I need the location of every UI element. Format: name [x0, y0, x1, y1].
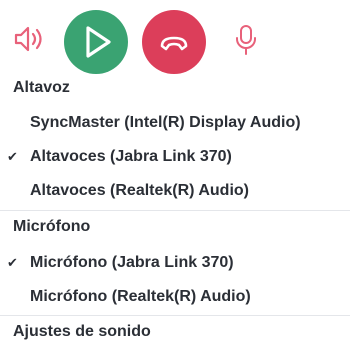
speaker-section-title: Altavoz	[13, 79, 70, 96]
speaker-option-realtek[interactable]: Altavoces (Realtek(R) Audio)	[0, 174, 350, 208]
play-icon	[86, 26, 111, 58]
checkmark-icon: ✔	[7, 149, 18, 164]
call-toolbar	[0, 0, 350, 74]
option-label: Micrófono (Jabra Link 370)	[30, 254, 234, 271]
mic-option-realtek[interactable]: Micrófono (Realtek(R) Audio)	[0, 280, 350, 314]
option-label: Micrófono (Realtek(R) Audio)	[30, 288, 251, 305]
option-label: Altavoces (Jabra Link 370)	[30, 148, 232, 165]
checkmark-icon: ✔	[7, 255, 18, 270]
section-divider	[0, 315, 350, 316]
speaker-volume-icon[interactable]	[12, 24, 46, 54]
hang-up-button[interactable]	[142, 10, 206, 74]
hang-up-icon	[160, 36, 188, 51]
mic-option-jabra[interactable]: ✔ Micrófono (Jabra Link 370)	[0, 246, 350, 280]
microphone-icon[interactable]	[234, 24, 258, 56]
option-label: SyncMaster (Intel(R) Display Audio)	[30, 114, 301, 131]
section-divider	[0, 210, 350, 211]
option-label: Altavoces (Realtek(R) Audio)	[30, 182, 249, 199]
play-button[interactable]	[64, 10, 128, 74]
speaker-option-syncmaster[interactable]: SyncMaster (Intel(R) Display Audio)	[0, 106, 350, 140]
speaker-option-jabra[interactable]: ✔ Altavoces (Jabra Link 370)	[0, 140, 350, 174]
mic-section-title: Micrófono	[13, 218, 91, 235]
sound-settings-link[interactable]: Ajustes de sonido	[13, 323, 151, 341]
